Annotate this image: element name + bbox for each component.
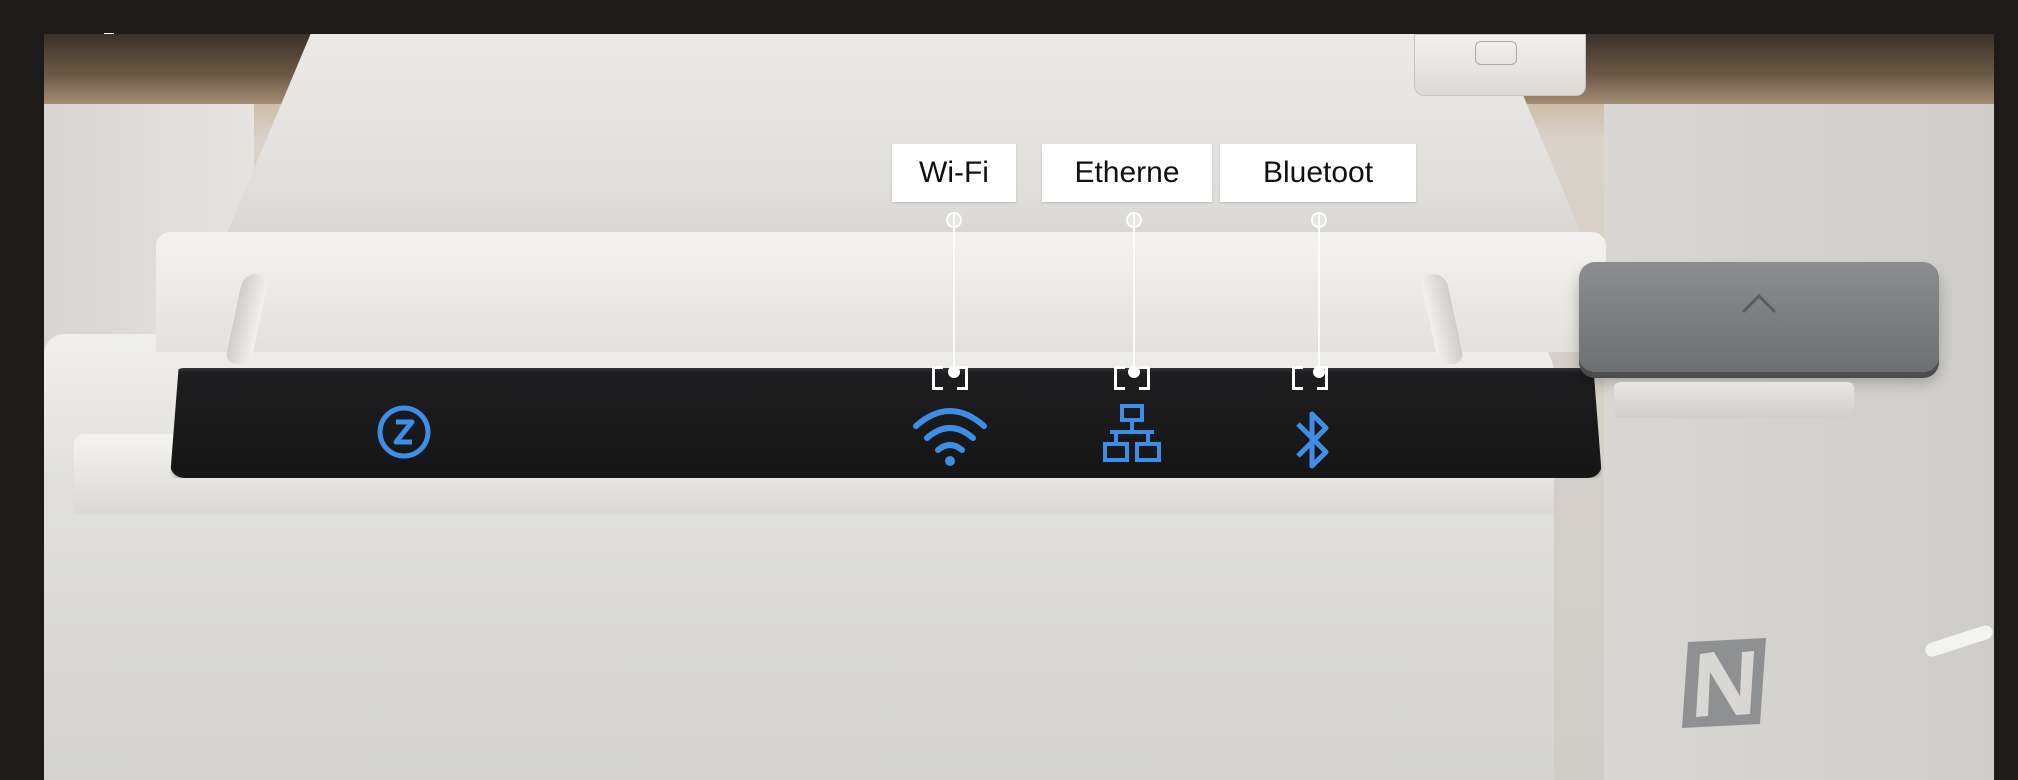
wifi-leader-line xyxy=(953,212,955,378)
wifi-leader-dot xyxy=(946,212,962,228)
bluetooth-callout-label: Bluetoot xyxy=(1220,144,1416,202)
bluetooth-leader-dot xyxy=(1311,212,1327,228)
background-wall-right xyxy=(1604,104,1994,780)
top-button[interactable] xyxy=(1475,41,1517,65)
ethernet-leader-dot xyxy=(1126,212,1142,228)
wifi-leader-end xyxy=(948,366,960,378)
front-cover-release[interactable] xyxy=(1579,262,1939,372)
wifi-icon xyxy=(913,408,987,466)
ethernet-leader-line xyxy=(1133,212,1135,378)
bluetooth-leader-line xyxy=(1318,212,1320,378)
wifi-callout-label: Wi-Fi xyxy=(892,144,1016,202)
power-status-icon xyxy=(377,405,431,459)
bluetooth-icon xyxy=(1296,411,1329,469)
bluetooth-leader-end xyxy=(1313,366,1325,378)
paper-tray xyxy=(156,232,1606,352)
top-button-panel[interactable] xyxy=(1414,34,1586,96)
ethernet-leader-end xyxy=(1128,366,1140,378)
ethernet-icon xyxy=(1103,404,1161,462)
ethernet-callout-label: Etherne xyxy=(1042,144,1212,202)
chevron-up-icon xyxy=(1741,293,1777,314)
printer-photo xyxy=(44,34,1994,780)
nfc-icon xyxy=(1682,638,1766,728)
release-base xyxy=(1614,382,1854,418)
